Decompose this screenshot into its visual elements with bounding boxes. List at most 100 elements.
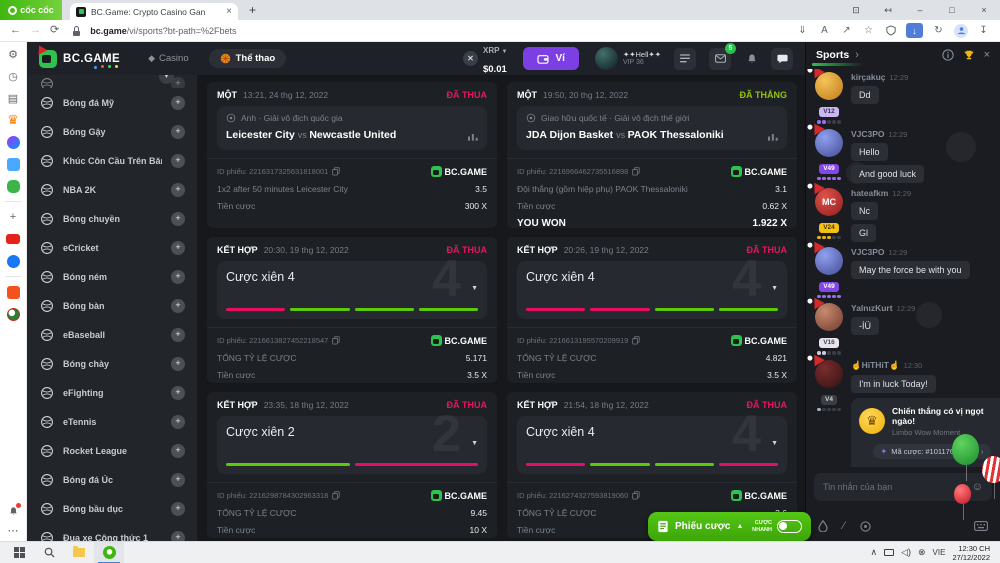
add-shortcut-icon[interactable]: + [6,210,20,224]
rain-drop-icon[interactable] [818,520,828,532]
copy-icon[interactable] [632,491,640,500]
chat-avatar[interactable] [815,303,843,331]
sidebar-expand-plus-icon[interactable]: + [171,96,185,110]
chat-rules-icon[interactable]: ∕ [843,520,845,532]
browser-profile-icon[interactable] [954,24,968,38]
sidebar-sport-item[interactable]: Bóng bàn + [27,291,197,320]
emoji-picker-icon[interactable]: ☺ [972,481,983,493]
translate-icon[interactable]: A [818,24,831,37]
sidebar-sport-item[interactable]: eTennis + [27,407,197,436]
inbox-button[interactable]: 5 [709,48,731,70]
sidebar-expand-plus-icon[interactable]: + [171,125,185,139]
match-stats-icon[interactable] [468,132,478,141]
sidebar-expand-plus-icon[interactable]: + [171,502,185,516]
sidebar-expand-plus-icon[interactable]: + [171,270,185,284]
chat-avatar[interactable] [815,72,843,100]
sidebar-sport-item[interactable]: Bóng chuyền + [27,204,197,233]
more-options-icon[interactable]: ⋯ [6,523,20,537]
user-profile[interactable]: ✦✦Hell✦✦ VIP 36 [595,47,661,70]
adblock-shield-icon[interactable] [884,24,897,37]
chat-avatar[interactable] [815,129,843,157]
bcgame-logo-icon[interactable] [39,50,57,68]
sidebar-sport-item[interactable]: Rocket League + [27,436,197,465]
send-to-device-icon[interactable]: ↤ [872,0,904,20]
rewards-crown-icon[interactable]: ♛ [6,113,20,127]
games-controller-icon[interactable] [6,179,20,193]
forward-icon[interactable]: → [30,25,41,36]
chat-room-title[interactable]: Sports [816,49,849,61]
reader-mode-icon[interactable]: ⊡ [840,0,872,20]
chat-avatar[interactable] [815,247,843,275]
sidebar-expand-plus-icon[interactable]: + [171,386,185,400]
sidebar-expand-plus-icon[interactable]: + [171,473,185,487]
bet-card[interactable]: KẾT HỢP 20:26, 19 thg 12, 2022 ĐÃ THUA C… [507,237,797,383]
combo-expand-icon[interactable]: ▼ [771,440,778,447]
taskbar-clock[interactable]: 12:30 CH 27/12/2022 [952,544,990,562]
sidebar-sport-item[interactable]: Bóng Gậy + [27,117,197,146]
sidebar-sport-item[interactable]: Đua xe Công thức 1 + [27,523,197,541]
network-display-icon[interactable] [884,549,894,556]
sidebar-sport-item[interactable]: eFighting + [27,378,197,407]
combo-expand-icon[interactable]: ▼ [471,285,478,292]
start-button[interactable] [4,542,34,563]
sidebar-expand-plus-icon[interactable]: + [171,357,185,371]
bet-card[interactable]: MỘT 13:21, 24 thg 12, 2022 ĐÃ THUA Anh ·… [207,82,497,228]
sync-icon[interactable]: ↻ [932,24,945,37]
match-stats-icon[interactable] [768,132,778,141]
chat-room-chevron-icon[interactable]: › [855,49,859,61]
tray-expand-icon[interactable]: ∧ [870,547,877,558]
copy-icon[interactable] [332,167,340,176]
charts-app-icon[interactable] [6,157,20,171]
sidebar-expand-plus-icon[interactable]: + [171,328,185,342]
gif-keyboard-icon[interactable] [974,521,988,531]
browser-tab[interactable]: BC.Game: Crypto Casino Gan × [70,3,238,20]
coin-tip-icon[interactable] [860,521,871,532]
copy-icon[interactable] [332,336,340,345]
news-feed-icon[interactable]: ▤ [6,91,20,105]
chat-username[interactable]: VJC3PO12:29 [851,247,992,257]
chat-close-icon[interactable]: × [984,49,990,61]
tab-close-icon[interactable]: × [226,6,232,17]
sidebar-sport-item[interactable]: Bóng chày + [27,349,197,378]
copy-icon[interactable] [632,167,640,176]
settings-gear-icon[interactable]: ⚙ [6,47,20,61]
copy-icon[interactable] [632,336,640,345]
sidebar-expand-plus-icon[interactable]: + [171,415,185,429]
wallet-button[interactable]: Ví [523,47,578,70]
coccoc-taskbar-icon[interactable] [94,542,124,563]
trophy-icon[interactable] [963,49,975,61]
sidebar-sport-item[interactable]: Bóng đá Mỹ + [27,88,197,117]
chat-username[interactable]: VJC3PO12:29 [851,129,992,139]
keyboard-language[interactable]: VIE [933,548,946,557]
reload-icon[interactable]: ⟳ [50,25,59,36]
bet-card[interactable]: KẾT HỢP 20:30, 19 thg 12, 2022 ĐÃ THUA C… [207,237,497,383]
combo-expand-icon[interactable]: ▼ [471,440,478,447]
shopping-app-icon[interactable] [6,285,20,299]
ssl-lock-icon[interactable] [72,26,81,36]
share-icon[interactable]: ↗ [840,24,853,37]
url-text[interactable]: bc.game/vi/sports?bt-path=%2Fbets [90,26,236,36]
copy-icon[interactable] [332,491,340,500]
bet-card[interactable]: KẾT HỢP 23:35, 18 thg 12, 2022 ĐÃ THUA C… [207,392,497,538]
file-explorer-icon[interactable] [64,542,94,563]
tray-status-icon[interactable]: ⊗ [918,547,926,558]
chat-username[interactable]: hateafkm12:29 [851,188,992,198]
chat-info-icon[interactable] [942,49,954,61]
sidebar-expand-plus-icon[interactable]: + [171,154,185,168]
sidebar-expand-plus-icon[interactable]: + [171,241,185,255]
save-to-device-icon[interactable]: ⇓ [796,24,809,37]
sidebar-expand-plus-icon[interactable]: + [171,531,185,542]
messenger-icon[interactable] [6,135,20,149]
bcgame-logo-text[interactable]: BC.GAME [63,53,120,65]
taskbar-search-icon[interactable] [34,542,64,563]
bet-card[interactable]: MỘT 19:50, 20 thg 12, 2022 ĐÃ THẮNG Giao… [507,82,797,228]
chat-avatar[interactable]: MC [815,188,843,216]
sidebar-sport-item[interactable]: NBA 2K + [27,175,197,204]
nav-sports[interactable]: Thể thao [209,49,287,68]
notifications-bell-icon[interactable] [6,504,20,518]
chat-toggle-button[interactable] [771,48,793,70]
currency-selector[interactable]: ✕ XRP ▼ $0.01 [463,42,508,77]
chat-username[interactable]: ☝HiTHiT☝12:30 [851,360,992,371]
download-manager-icon[interactable]: ↓ [906,23,923,38]
sidebar-sport-item[interactable]: Khúc Côn Cầu Trên Băng + [27,146,197,175]
